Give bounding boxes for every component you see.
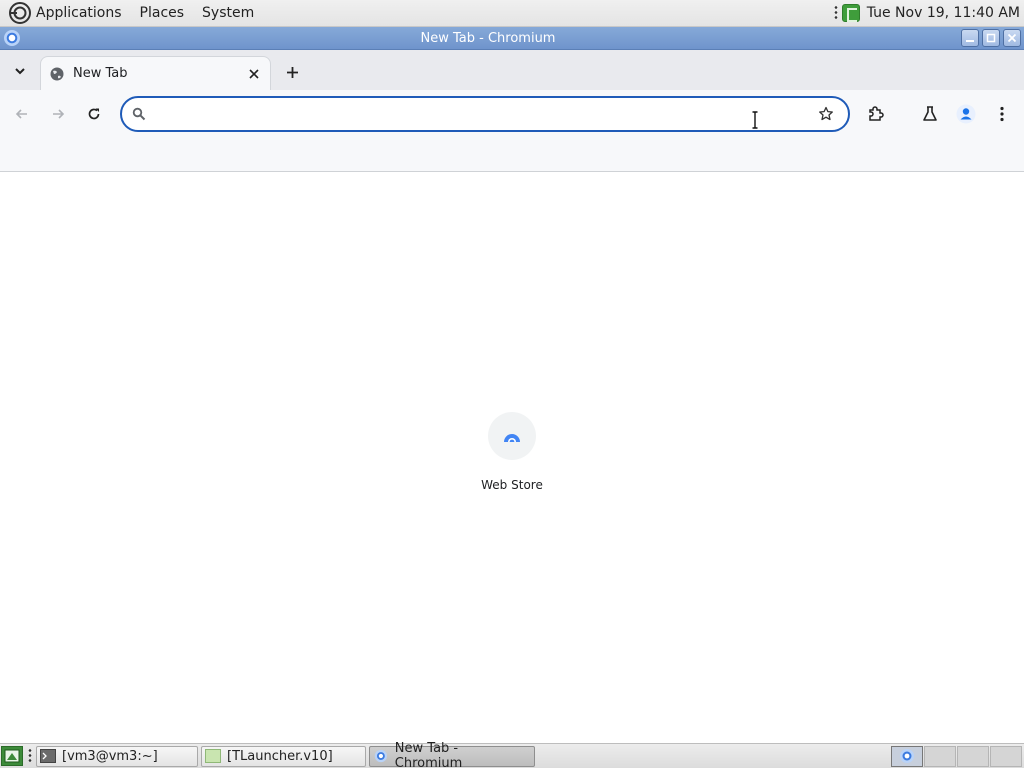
bottom-taskbar: [vm3@vm3:~] [TLauncher.v10] New Tab - Ch… bbox=[0, 741, 1024, 768]
browser-toolbar bbox=[0, 90, 1024, 138]
system-menu[interactable]: System bbox=[202, 5, 254, 21]
arrow-left-icon bbox=[15, 109, 27, 119]
globe-icon bbox=[49, 66, 65, 82]
shortcut-web-store[interactable]: Web Store bbox=[452, 412, 572, 492]
new-tab-page: Web Store bbox=[0, 172, 1024, 743]
search-icon bbox=[132, 106, 148, 122]
chevron-down-icon bbox=[15, 68, 25, 75]
task-terminal[interactable]: [vm3@vm3:~] bbox=[36, 745, 198, 767]
task-chromium[interactable]: New Tab - Chromium bbox=[369, 741, 535, 768]
bookmarks-bar bbox=[0, 138, 1024, 172]
star-icon bbox=[819, 106, 833, 121]
kebab-menu-icon bbox=[1000, 106, 1004, 122]
show-desktop-button[interactable] bbox=[1, 746, 23, 766]
address-input[interactable] bbox=[154, 99, 814, 129]
shortcut-label: Web Store bbox=[481, 478, 543, 492]
close-icon bbox=[249, 68, 259, 79]
panel-handle[interactable] bbox=[833, 5, 838, 21]
terminal-icon bbox=[40, 749, 56, 763]
applications-menu[interactable]: Applications bbox=[36, 5, 122, 21]
tab-title: New Tab bbox=[73, 66, 128, 81]
tab-strip: New Tab bbox=[0, 50, 1024, 90]
extensions-button[interactable] bbox=[864, 102, 888, 126]
reload-icon bbox=[88, 108, 100, 120]
chromium-icon bbox=[900, 749, 914, 763]
workspace-2[interactable] bbox=[924, 745, 956, 767]
workspace-1[interactable] bbox=[891, 745, 923, 767]
chromium-icon bbox=[374, 749, 388, 763]
task-label: [vm3@vm3:~] bbox=[62, 748, 158, 764]
places-menu[interactable]: Places bbox=[140, 5, 185, 21]
maximize-button[interactable] bbox=[982, 29, 1000, 47]
flask-icon bbox=[923, 106, 937, 121]
taskbar-handle[interactable] bbox=[28, 748, 32, 764]
avatar-icon bbox=[956, 104, 976, 124]
folder-icon bbox=[205, 749, 221, 763]
puzzle-icon bbox=[869, 106, 884, 121]
task-tlauncher[interactable]: [TLauncher.v10] bbox=[201, 745, 366, 767]
tab-new-tab[interactable]: New Tab bbox=[40, 56, 271, 90]
top-panel: Applications Places System Tue Nov 19, 1… bbox=[0, 0, 1024, 27]
menu-button[interactable] bbox=[990, 102, 1014, 126]
profile-button[interactable] bbox=[954, 102, 978, 126]
bookmark-star-button[interactable] bbox=[814, 102, 838, 126]
workspace-3[interactable] bbox=[957, 745, 989, 767]
distro-logo-icon[interactable] bbox=[9, 2, 31, 24]
arrow-right-icon bbox=[53, 109, 65, 119]
address-bar[interactable] bbox=[120, 96, 850, 132]
new-tab-button[interactable] bbox=[280, 60, 304, 84]
network-icon[interactable] bbox=[841, 4, 860, 22]
forward-button[interactable] bbox=[46, 102, 70, 126]
web-store-icon bbox=[488, 412, 536, 460]
reload-button[interactable] bbox=[82, 102, 106, 126]
workspace-switcher bbox=[890, 745, 1022, 767]
labs-button[interactable] bbox=[918, 102, 942, 126]
desktop-icon bbox=[4, 749, 20, 763]
panel-tray: Tue Nov 19, 11:40 AM bbox=[833, 0, 1024, 27]
tab-search-button[interactable] bbox=[8, 60, 32, 82]
task-label: New Tab - Chromium bbox=[394, 741, 463, 768]
workspace-4[interactable] bbox=[990, 745, 1022, 767]
window-title: New Tab - Chromium bbox=[420, 30, 556, 46]
back-button[interactable] bbox=[10, 102, 34, 126]
window-titlebar[interactable]: New Tab - Chromium bbox=[0, 27, 1024, 50]
clock[interactable]: Tue Nov 19, 11:40 AM bbox=[867, 5, 1020, 21]
task-label: [TLauncher.v10] bbox=[227, 748, 333, 764]
close-window-button[interactable] bbox=[1003, 29, 1021, 47]
tab-close-button[interactable] bbox=[244, 64, 264, 84]
plus-icon bbox=[286, 66, 298, 78]
